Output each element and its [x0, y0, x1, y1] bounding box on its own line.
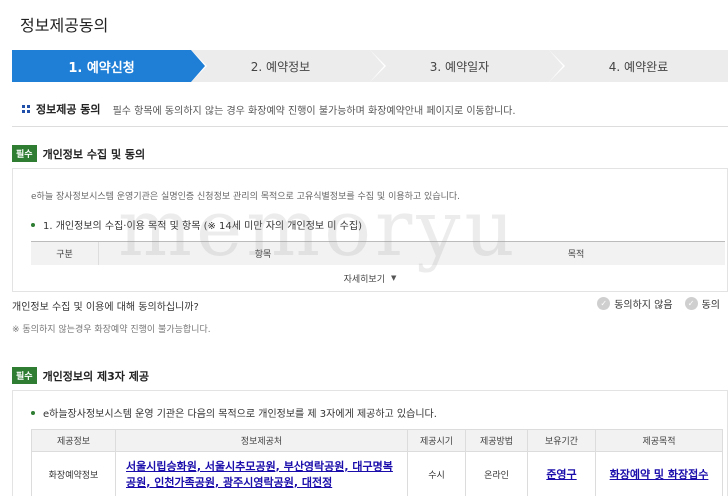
third-party-box: e하늘장사정보시스템 운영 기관은 다음의 목적으로 개인정보를 제 3자에게 … — [12, 390, 728, 496]
section2-description: e하늘장사정보시스템 운영 기관은 다음의 목적으로 개인정보를 제 3자에게 … — [43, 409, 437, 420]
privacy-collection-box: e하늘 장사정보시스템 운영기관은 실명인증 신청정보 관리의 목적으로 고유식… — [12, 168, 728, 292]
intro-notice: 정보제공 동의 필수 항목에 동의하지 않는 경우 화장예약 진행이 불가능하며… — [22, 101, 516, 117]
consent-question: 개인정보 수집 및 이용에 대해 동의하십니까? — [12, 302, 199, 313]
table-header-cell: 정보제공처 — [115, 429, 408, 452]
table-header-cell: 목적 — [567, 250, 585, 260]
step-label: 2. 예약정보 — [250, 59, 311, 74]
show-more-label: 자세히보기 — [343, 274, 385, 285]
disagree-label: 동의하지 않음 — [614, 300, 673, 311]
table-header-cell: 제공정보 — [31, 429, 116, 452]
grid-icon — [22, 105, 30, 113]
disagree-option[interactable]: ✓ 동의하지 않음 — [597, 296, 673, 311]
table-header-cell: 항목 — [254, 250, 272, 260]
table-row: 화장예약정보 서울시립승화원, 서울시추모공원, 부산영락공원, 대구명복공원,… — [31, 451, 723, 496]
bullet-icon — [31, 410, 35, 415]
step-label: 1. 예약신청 — [68, 60, 135, 76]
section1-item-text: 1. 개인정보의 수집·이용 목적 및 항목 (※ 14세 미만 자의 개인정보… — [43, 221, 362, 232]
section1-header: 필수 개인정보 수집 및 동의 — [12, 145, 145, 162]
step-2: 2. 예약정보 — [191, 50, 386, 82]
intro-text: 필수 항목에 동의하지 않는 경우 화장예약 진행이 불가능하며 화장예약안내 … — [112, 105, 516, 117]
table-header-cell: 보유기간 — [527, 429, 596, 452]
method-cell: 온라인 — [465, 451, 528, 496]
third-party-table: 제공정보 정보제공처 제공시기 제공방법 보유기간 제공목적 화장예약정보 서울… — [31, 429, 723, 496]
info-cell: 화장예약정보 — [31, 451, 116, 496]
agree-option[interactable]: ✓ 동의 — [684, 296, 720, 311]
step-4: 4. 예약완료 — [549, 50, 728, 82]
consent-note: ※ 동의하지 않는경우 화장예약 진행이 불가능합니다. — [12, 325, 211, 335]
divider — [12, 126, 728, 127]
check-icon: ✓ — [684, 297, 698, 310]
section1-item: 1. 개인정보의 수집·이용 목적 및 항목 (※ 14세 미만 자의 개인정보… — [31, 217, 362, 232]
table-header-cell: 제공방법 — [465, 429, 528, 452]
step-1: 1. 예약신청 — [12, 50, 207, 82]
timing-cell: 수시 — [407, 451, 466, 496]
section2-header: 필수 개인정보의 제3자 제공 — [12, 367, 149, 384]
purpose-link[interactable]: 화장예약 및 화장접수 — [595, 451, 723, 496]
collection-table-header: 구분 항목 목적 — [31, 241, 725, 265]
bullet-icon — [31, 222, 35, 227]
caret-down-icon: ▼ — [391, 274, 397, 282]
required-badge: 필수 — [12, 145, 37, 162]
page-title: 정보제공동의 — [20, 16, 109, 35]
agree-label: 동의 — [701, 300, 720, 311]
section1-description: e하늘 장사정보시스템 운영기관은 실명인증 신청정보 관리의 목적으로 고유식… — [31, 192, 461, 202]
step-label: 4. 예약완료 — [608, 59, 669, 74]
table-header-cell: 구분 — [31, 242, 99, 265]
provider-link[interactable]: 서울시립승화원, 서울시추모공원, 부산영락공원, 대구명복공원, 인천가족공원… — [115, 451, 408, 496]
step-3: 3. 예약일자 — [370, 50, 565, 82]
step-label: 3. 예약일자 — [429, 59, 490, 74]
table-header-cell: 제공시기 — [407, 429, 466, 452]
consent-options: ✓ 동의하지 않음 ✓ 동의 — [585, 296, 720, 311]
table-header-row: 제공정보 정보제공처 제공시기 제공방법 보유기간 제공목적 — [31, 429, 723, 452]
section2-title: 개인정보의 제3자 제공 — [42, 369, 149, 383]
table-header-cell: 제공목적 — [595, 429, 723, 452]
progress-steps: 1. 예약신청 2. 예약정보 3. 예약일자 4. 예약완료 — [12, 50, 728, 82]
required-badge: 필수 — [12, 367, 37, 384]
section1-title: 개인정보 수집 및 동의 — [42, 147, 146, 161]
section2-item: e하늘장사정보시스템 운영 기관은 다음의 목적으로 개인정보를 제 3자에게 … — [31, 405, 437, 420]
intro-title: 정보제공 동의 — [36, 103, 101, 116]
show-more-button[interactable]: 자세히보기 ▼ — [13, 265, 727, 291]
check-icon: ✓ — [597, 297, 611, 310]
period-link[interactable]: 준영구 — [527, 451, 596, 496]
